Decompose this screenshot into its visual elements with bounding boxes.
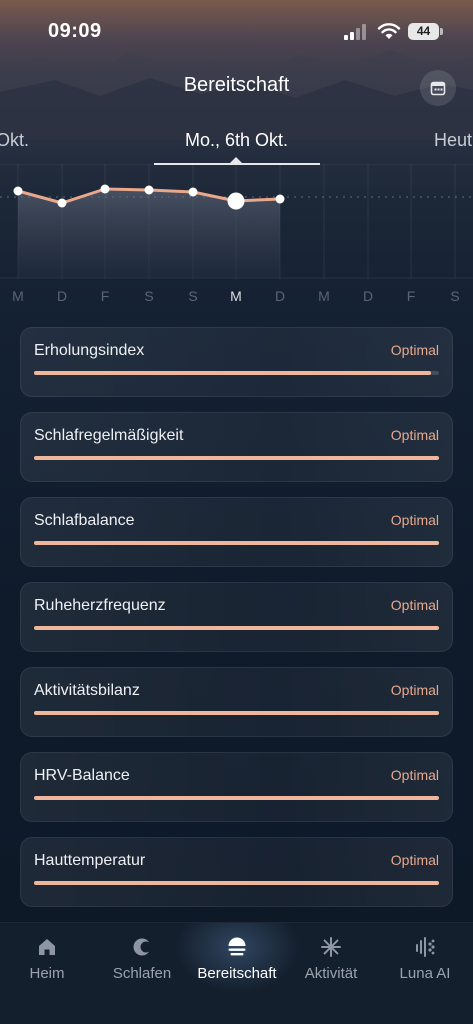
nav-tab-heim[interactable]: Heim bbox=[0, 923, 94, 1003]
sunrise-icon bbox=[228, 937, 246, 956]
metric-status: Optimal bbox=[390, 512, 439, 528]
metric-progress-fill bbox=[34, 711, 439, 715]
nav-label: Luna AI bbox=[399, 965, 451, 982]
metric-progress-track bbox=[34, 881, 439, 885]
weekday-label: D bbox=[362, 288, 374, 304]
chart-point-selected[interactable] bbox=[227, 192, 245, 210]
chart-point bbox=[57, 198, 67, 208]
metric-status: Optimal bbox=[390, 767, 439, 783]
weekday-label: D bbox=[56, 288, 68, 304]
metric-progress-track bbox=[34, 456, 439, 460]
nav-label: Aktivität bbox=[304, 965, 358, 982]
metric-progress-fill bbox=[34, 796, 439, 800]
metric-progress-track bbox=[34, 626, 439, 630]
metric-progress-fill bbox=[34, 626, 439, 630]
date-next[interactable]: Heut bbox=[434, 130, 472, 151]
metric-card-schlafbalance[interactable]: Schlafbalance Optimal bbox=[20, 497, 453, 567]
metric-status: Optimal bbox=[390, 852, 439, 868]
wifi-icon bbox=[377, 23, 401, 39]
metric-progress-track bbox=[34, 711, 439, 715]
nav-tab-aktivitaet[interactable]: Aktivität bbox=[284, 923, 378, 1003]
nav-tab-schlafen[interactable]: Schlafen bbox=[95, 923, 189, 1003]
weekday-label: M bbox=[12, 288, 24, 304]
metric-name: Erholungsindex bbox=[34, 342, 145, 359]
weekday-label: M bbox=[318, 288, 330, 304]
nav-label: Bereitschaft bbox=[197, 965, 277, 982]
nav-label: Schlafen bbox=[112, 965, 172, 982]
metric-name: Ruheherzfrequenz bbox=[34, 597, 166, 614]
metric-name: Schlafbalance bbox=[34, 512, 135, 529]
battery-tip bbox=[440, 28, 443, 35]
metric-card-ruheherzfrequenz[interactable]: Ruheherzfrequenz Optimal bbox=[20, 582, 453, 652]
metric-progress-fill bbox=[34, 371, 431, 375]
chart-point bbox=[275, 194, 285, 204]
metric-status: Optimal bbox=[390, 342, 439, 358]
status-bar: 09:09 44 bbox=[0, 0, 473, 60]
weekday-label: D bbox=[274, 288, 286, 304]
metric-progress-track bbox=[34, 796, 439, 800]
nav-tab-bereitschaft[interactable]: Bereitschaft bbox=[190, 923, 284, 1003]
metric-card-erholungsindex[interactable]: Erholungsindex Optimal bbox=[20, 327, 453, 397]
nav-label: Heim bbox=[29, 965, 65, 982]
cellular-signal-icon bbox=[344, 24, 366, 40]
metric-name: Hauttemperatur bbox=[34, 852, 146, 869]
page-title: Bereitschaft bbox=[183, 74, 290, 96]
weekday-label-selected: M bbox=[230, 288, 242, 304]
nav-tab-luna-ai[interactable]: Luna AI bbox=[378, 923, 472, 1003]
calendar-button[interactable] bbox=[420, 70, 456, 106]
metric-status: Optimal bbox=[390, 597, 439, 613]
weekday-label: F bbox=[100, 288, 110, 304]
date-caret bbox=[229, 157, 243, 164]
weekday-label: S bbox=[188, 288, 198, 304]
bottom-navigation: Heim Schlafen Bereitschaft Aktivität Lun… bbox=[0, 922, 473, 1024]
chart-point bbox=[188, 187, 198, 197]
metric-card-hauttemperatur[interactable]: Hauttemperatur Optimal bbox=[20, 837, 453, 907]
metric-card-schlafregelmaessigkeit[interactable]: Schlafregelmäßigkeit Optimal bbox=[20, 412, 453, 482]
weekday-label: S bbox=[450, 288, 460, 304]
chart-point bbox=[144, 185, 154, 195]
chart-point bbox=[100, 184, 110, 194]
activity-icon bbox=[321, 937, 341, 957]
sparkle-icon bbox=[416, 937, 435, 957]
metric-card-hrv-balance[interactable]: HRV-Balance Optimal bbox=[20, 752, 453, 822]
metric-progress-fill bbox=[34, 881, 439, 885]
metric-name: Aktivitätsbilanz bbox=[34, 682, 140, 699]
metric-status: Optimal bbox=[390, 427, 439, 443]
metric-card-aktivitaetsbilanz[interactable]: Aktivitätsbilanz Optimal bbox=[20, 667, 453, 737]
metric-name: Schlafregelmäßigkeit bbox=[34, 427, 184, 444]
weekday-label: F bbox=[406, 288, 416, 304]
metric-progress-track bbox=[34, 371, 439, 375]
metric-progress-track bbox=[34, 541, 439, 545]
status-time: 09:09 bbox=[48, 20, 102, 42]
moon-icon bbox=[133, 938, 152, 956]
metric-status: Optimal bbox=[390, 682, 439, 698]
weekday-label: S bbox=[144, 288, 154, 304]
battery-indicator: 44 bbox=[408, 23, 439, 40]
home-icon bbox=[39, 939, 55, 955]
metric-name: HRV-Balance bbox=[34, 767, 130, 784]
metric-progress-fill bbox=[34, 541, 439, 545]
calendar-icon bbox=[430, 81, 446, 96]
readiness-trend-chart[interactable] bbox=[0, 164, 473, 279]
chart-point bbox=[13, 186, 23, 196]
date-current[interactable]: Mo., 6th Okt. bbox=[0, 130, 473, 151]
metric-progress-fill bbox=[34, 456, 439, 460]
